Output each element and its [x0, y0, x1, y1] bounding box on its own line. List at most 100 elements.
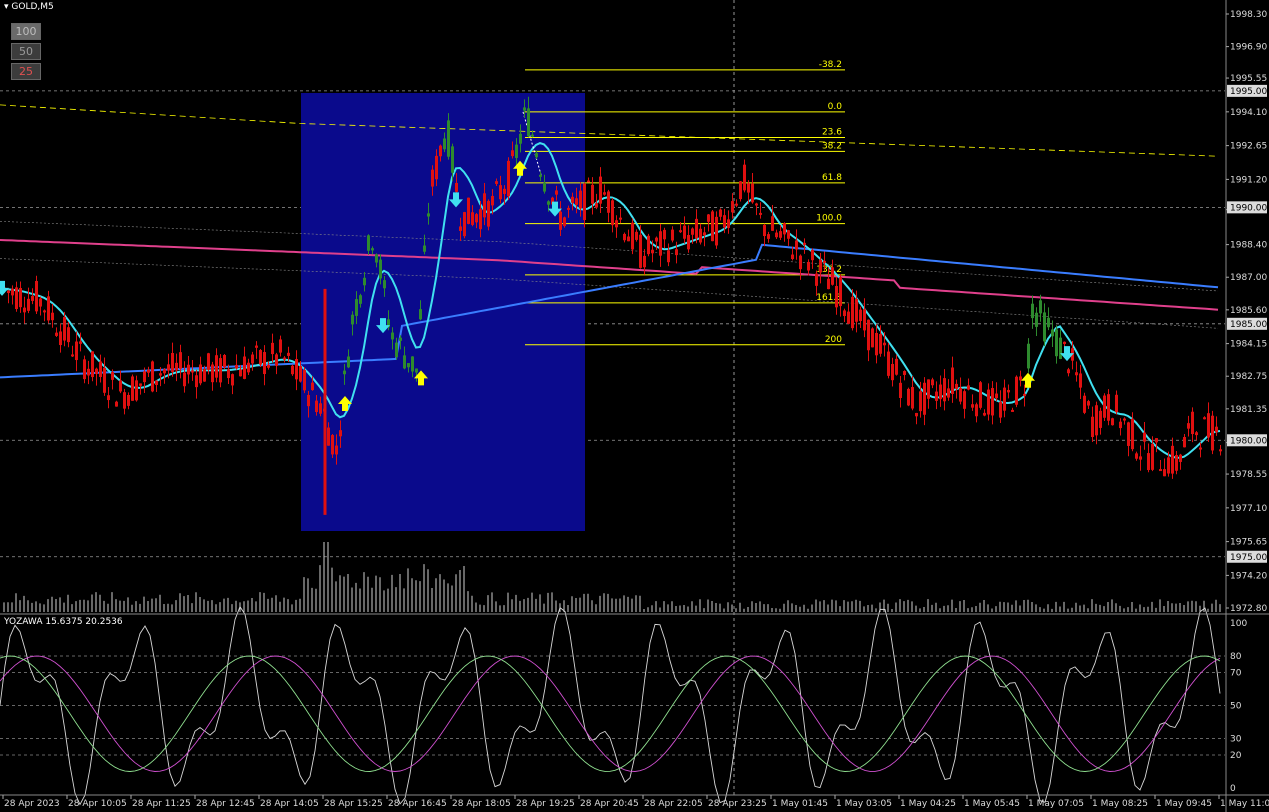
candle-body	[883, 342, 886, 346]
candle-body	[827, 278, 830, 290]
candle-body	[459, 226, 462, 231]
candle-body	[155, 380, 158, 386]
candle-body	[1091, 416, 1094, 437]
candle-body	[815, 273, 818, 286]
candle-body	[803, 242, 806, 245]
price-tick-label: 1991.20	[1230, 175, 1267, 185]
fib-level-label: 23.6	[822, 127, 842, 137]
price-tick-label: 1984.15	[1230, 340, 1267, 350]
candle-body	[1187, 423, 1190, 429]
candle-body	[983, 412, 986, 416]
price-chart[interactable]: -38.20.023.638.261.8100.0138.2161.8200 1…	[0, 0, 1269, 812]
candle-body	[1175, 455, 1178, 471]
symbol-label: GOLD,M5	[11, 2, 54, 12]
candle-body	[327, 427, 330, 446]
candle-body	[511, 150, 514, 157]
candle-body	[1127, 422, 1130, 446]
candle-body	[1143, 432, 1146, 442]
candle-body	[427, 213, 430, 217]
candle-body	[767, 234, 770, 239]
candle-body	[919, 391, 922, 412]
candle-body	[159, 373, 162, 376]
candle-body	[667, 250, 670, 263]
oscillator-level-label: 100	[1230, 619, 1247, 629]
candle-body	[179, 352, 182, 369]
candle-body	[7, 290, 10, 294]
candle-body	[231, 374, 234, 386]
candle-body	[999, 401, 1002, 418]
candle-body	[55, 332, 58, 336]
time-tick-label: 1 May 04:25	[900, 799, 956, 809]
candle-body	[719, 209, 722, 217]
time-tick-label: 1 May 11:05	[1220, 799, 1269, 809]
symbol-title[interactable]: ▾ GOLD,M5	[4, 2, 54, 12]
price-tick-label: 1985.60	[1230, 306, 1267, 316]
time-tick-label: 1 May 08:25	[1092, 799, 1148, 809]
time-tick-label: 28 Apr 12:45	[196, 799, 255, 809]
candle-body	[267, 364, 270, 368]
candle-body	[1163, 469, 1166, 477]
candle-body	[839, 277, 842, 307]
candle-body	[59, 331, 62, 346]
candle-body	[63, 317, 66, 341]
time-tick-label: 28 Apr 19:25	[516, 799, 575, 809]
candle-body	[215, 355, 218, 378]
candle-body	[207, 353, 210, 370]
candle-body	[915, 412, 918, 417]
oscillator-title: YOZAWA 15.6375 20.2536	[4, 617, 123, 627]
candle-body	[515, 144, 518, 158]
fib-level-label: 61.8	[822, 173, 842, 183]
candle-body	[1095, 405, 1098, 436]
candle-body	[731, 201, 734, 213]
candle-body	[547, 201, 550, 205]
candle-body	[771, 216, 774, 231]
candle-body	[1031, 303, 1034, 319]
candle-body	[15, 287, 18, 310]
candle-body	[467, 197, 470, 224]
candle-body	[195, 375, 198, 388]
candle-body	[247, 362, 250, 373]
candle-body	[939, 384, 942, 400]
candle-body	[1183, 437, 1186, 448]
candle-body	[443, 138, 446, 150]
candle-body	[1003, 387, 1006, 411]
candle-body	[123, 392, 126, 409]
zoom-button-50[interactable]: 50	[11, 43, 41, 60]
candle-body	[447, 120, 450, 157]
candle-body	[923, 382, 926, 415]
candle-body	[1131, 418, 1134, 450]
price-tick-label: 1972.80	[1230, 604, 1267, 614]
candle-body	[1139, 456, 1142, 460]
candle-body	[855, 298, 858, 322]
candle-body	[895, 358, 898, 375]
candle-body	[691, 228, 694, 235]
candle-body	[1027, 343, 1030, 369]
triangle-down-icon[interactable]: ▾	[4, 2, 9, 12]
candle-body	[183, 372, 186, 387]
candle-body	[647, 235, 650, 255]
candle-body	[151, 361, 154, 392]
candle-body	[199, 364, 202, 384]
candle-body	[1219, 449, 1222, 452]
candle-body	[899, 382, 902, 398]
zoom-button-25[interactable]: 25	[11, 63, 41, 80]
candle-body	[807, 261, 810, 271]
candle-body	[531, 134, 534, 137]
candle-body	[603, 192, 606, 195]
candle-body	[507, 160, 510, 197]
zoom-button-100[interactable]: 100	[11, 23, 41, 40]
candle-body	[539, 174, 542, 177]
candle-body	[787, 230, 790, 239]
candle-body	[1035, 312, 1038, 327]
candle-body	[475, 214, 478, 223]
time-tick-label: 28 Apr 2023	[4, 799, 60, 809]
candle-body	[1171, 445, 1174, 474]
candle-body	[251, 354, 254, 364]
candle-body	[239, 369, 242, 377]
candle-body	[1147, 453, 1150, 471]
candle-body	[19, 287, 22, 308]
price-tick-label: 1981.35	[1230, 405, 1267, 415]
time-tick-label: 28 Apr 15:25	[324, 799, 383, 809]
candle-body	[687, 235, 690, 250]
candle-body	[871, 328, 874, 348]
